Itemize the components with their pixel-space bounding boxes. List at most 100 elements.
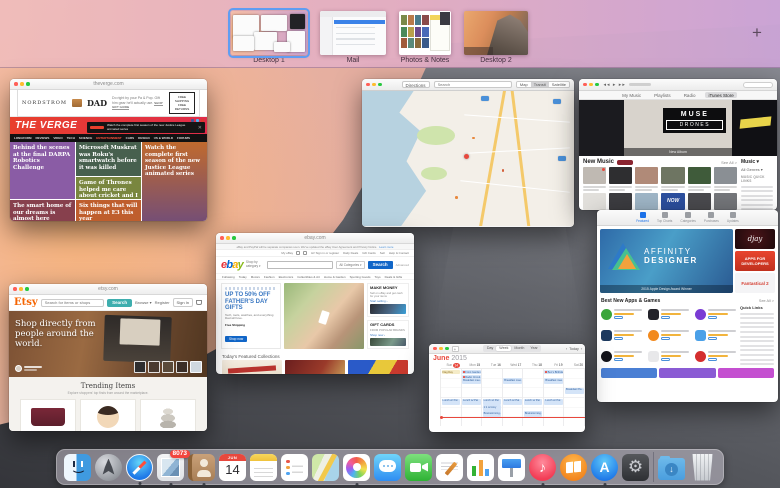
ebay-nav-hi-sign-in-or-register[interactable]: Hi! Sign in or register xyxy=(311,251,339,255)
calendar-event[interactable]: Breakfast mee… xyxy=(544,378,563,384)
browse-dropdown[interactable]: Browse ▾ xyxy=(135,300,151,305)
calendar-event[interactable]: Breakfast mee… xyxy=(503,378,522,384)
dock-item-maps[interactable] xyxy=(312,454,339,481)
calendar-event[interactable]: Brainstorming… xyxy=(483,411,502,417)
ebay-nav-help-contact[interactable]: Help & Contact xyxy=(389,251,409,255)
close-button[interactable] xyxy=(220,236,224,240)
calendar-today-nav[interactable]: ‹Today› xyxy=(566,347,582,351)
album-cell[interactable] xyxy=(688,193,711,210)
verge-story-tile[interactable]: Game of Thrones helped me care about cri… xyxy=(76,177,141,199)
close-button[interactable] xyxy=(366,83,370,87)
see-all-link[interactable]: See All > xyxy=(759,299,774,303)
trending-item[interactable] xyxy=(80,399,136,431)
zoom-button[interactable] xyxy=(595,83,599,87)
maps-view-segmented[interactable]: MapTransitSatellite xyxy=(516,81,570,88)
app-item[interactable] xyxy=(695,347,736,365)
advanced-link[interactable]: Advanced xyxy=(396,263,409,267)
verge-nav-video[interactable]: VIDEO xyxy=(53,136,62,140)
dock-item-facetime[interactable] xyxy=(405,454,432,481)
itunes-tab-playlists[interactable]: Playlists xyxy=(651,92,674,98)
ebay-category-motors[interactable]: Motors xyxy=(251,275,260,279)
dock-item-contacts[interactable] xyxy=(188,454,215,481)
app-price-button[interactable] xyxy=(661,337,670,340)
cart-icon[interactable] xyxy=(196,300,202,305)
dock-item-keynote[interactable] xyxy=(498,454,525,481)
all-day-event[interactable]: Flag Day xyxy=(442,370,461,374)
appstore-tab-updates[interactable]: Updates xyxy=(727,212,739,223)
quick-link-bar[interactable] xyxy=(740,313,774,315)
side-banner-apps-for-developers[interactable]: APPS FORDEVELOPERS xyxy=(735,251,775,271)
minimize-button[interactable] xyxy=(20,82,24,86)
trending-item[interactable] xyxy=(140,399,196,431)
ebay-nav-gift-cards[interactable]: Gift Cards xyxy=(362,251,376,255)
trending-item[interactable] xyxy=(20,399,76,431)
album-cell[interactable] xyxy=(688,167,711,191)
promo-tile[interactable] xyxy=(601,368,657,378)
verge-logo[interactable]: THE VERGE xyxy=(15,120,77,131)
quick-link-bar[interactable] xyxy=(740,359,774,361)
quick-link-bar[interactable] xyxy=(741,204,773,206)
window-safari-etsy[interactable]: etsy.com Etsy Search Browse ▾ Register S… xyxy=(9,284,207,431)
carousel-item-right[interactable] xyxy=(732,100,777,156)
shop-now-button[interactable]: Shop now xyxy=(225,336,247,342)
verge-nav-cars[interactable]: CARS xyxy=(126,136,135,140)
dock-item-appstore[interactable]: A xyxy=(591,454,618,481)
close-icon[interactable]: ✕ xyxy=(198,125,202,131)
maps-mode-transit[interactable]: Transit xyxy=(531,82,549,87)
maps-mode-map[interactable]: Map xyxy=(517,82,531,87)
quick-link-bar[interactable] xyxy=(740,336,774,338)
zoom-button[interactable] xyxy=(26,82,30,86)
window-app-store[interactable]: FeaturedTop ChartsCategoriesPurchasesUpd… xyxy=(597,210,778,402)
app-item[interactable] xyxy=(648,326,689,344)
album-cell[interactable]: NOW xyxy=(661,193,684,210)
close-button[interactable] xyxy=(433,347,437,351)
verge-story-tile[interactable]: Behind the scenes at the final DARPA Rob… xyxy=(10,142,75,199)
album-cell[interactable] xyxy=(661,167,684,191)
zoom-button[interactable] xyxy=(232,236,236,240)
dock-item-calendar[interactable]: JUN14 xyxy=(219,454,246,481)
add-event-button[interactable]: + xyxy=(452,346,459,352)
shop-by-category-dropdown[interactable]: Shop by category ▾ xyxy=(246,261,264,268)
today-button[interactable]: Today xyxy=(569,347,579,351)
calendar-view-week[interactable]: Week xyxy=(496,346,511,352)
genre-dropdown[interactable]: Music ▾ xyxy=(741,159,773,165)
calendar-view-year[interactable]: Year xyxy=(527,346,540,352)
dock-item-launchpad[interactable] xyxy=(95,454,122,481)
collection-card[interactable] xyxy=(285,360,345,374)
all-categories-dropdown[interactable]: All Categories ▾ xyxy=(336,261,364,269)
app-item[interactable] xyxy=(601,305,642,323)
etsy-logo[interactable]: Etsy xyxy=(14,297,38,308)
calendar-event[interactable]: Breakfast Pla… xyxy=(565,388,584,394)
calendar-view-month[interactable]: Month xyxy=(511,346,527,352)
itunes-tab-itunes-store[interactable]: iTunes Store xyxy=(705,92,736,98)
dock-item-mail[interactable]: 8073 xyxy=(157,454,184,481)
product-thumb[interactable] xyxy=(176,361,188,373)
dock-item-downloads[interactable] xyxy=(658,458,685,480)
side-banner-fantastical-2[interactable]: Fantastical 2 xyxy=(735,273,775,293)
calendar-event[interactable]: Lunch w/ Pat xyxy=(503,399,522,405)
all-day-event[interactable]: Front Garden… xyxy=(462,370,481,374)
window-itunes[interactable]: ◂◂ ▸ ▸▸ My MusicPlaylistsRadioiTunes Sto… xyxy=(579,79,777,210)
album-cell[interactable] xyxy=(609,193,632,210)
quick-link-bar[interactable] xyxy=(740,349,774,351)
appstore-tab-purchases[interactable]: Purchases xyxy=(704,212,719,223)
ebay-category-fashion[interactable]: Fashion xyxy=(264,275,275,279)
playback-controls[interactable]: ◂◂ ▸ ▸▸ xyxy=(604,82,626,88)
etsy-hero[interactable]: Shop directly from people around the wor… xyxy=(9,311,207,377)
all-day-event[interactable]: Ben's Birthday xyxy=(544,370,563,374)
verge-story-tile[interactable]: The smart home of our dreams is almost h… xyxy=(10,200,75,221)
window-safari-theverge[interactable]: theverge.com NORDSTROM DAD Do right by y… xyxy=(10,79,207,221)
prev-icon[interactable]: ‹ xyxy=(566,347,567,351)
minimize-button[interactable] xyxy=(19,287,23,291)
verge-nav-science[interactable]: SCIENCE xyxy=(79,136,92,140)
space-desktop1[interactable]: Desktop 1 xyxy=(231,11,307,65)
ebay-nav-sell[interactable]: Sell xyxy=(380,251,385,255)
dock-item-photos[interactable] xyxy=(343,454,370,481)
quick-link-bar[interactable] xyxy=(741,195,773,197)
dock-item-messages[interactable] xyxy=(374,454,401,481)
app-item[interactable] xyxy=(695,305,736,323)
verge-nav-entertainment[interactable]: ENTERTAINMENT xyxy=(96,136,121,140)
verge-nav-tech[interactable]: TECH xyxy=(67,136,75,140)
verge-nav-longform[interactable]: LONGFORM xyxy=(14,136,32,140)
ebay-category-today[interactable]: Today xyxy=(239,275,247,279)
